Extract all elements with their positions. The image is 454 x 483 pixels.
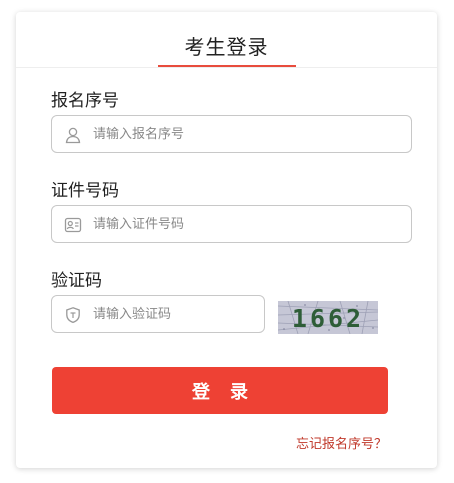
reg-number-label: 报名序号 [51,91,119,111]
id-number-label: 证件号码 [51,181,119,201]
captcha-label: 验证码 [51,271,102,291]
reg-number-field[interactable] [51,115,412,153]
captcha-field[interactable] [51,295,265,333]
captcha-input[interactable] [93,296,250,332]
login-button[interactable]: 登录 [52,367,388,414]
shield-icon [64,306,82,324]
id-number-input[interactable] [93,206,397,242]
id-number-field[interactable] [51,205,412,243]
captcha-text: 1662 [292,304,364,333]
user-icon [64,126,82,144]
reg-number-input[interactable] [93,116,397,152]
page-title: 考生登录 [184,35,269,59]
id-card-icon [64,216,82,234]
captcha-image[interactable]: 1662 [278,301,378,334]
forgot-reg-number-link[interactable]: 忘记报名序号？ [296,433,387,452]
header-divider [16,67,437,68]
login-card: 考生登录 报名序号 证件号码 验证码 [16,12,437,468]
